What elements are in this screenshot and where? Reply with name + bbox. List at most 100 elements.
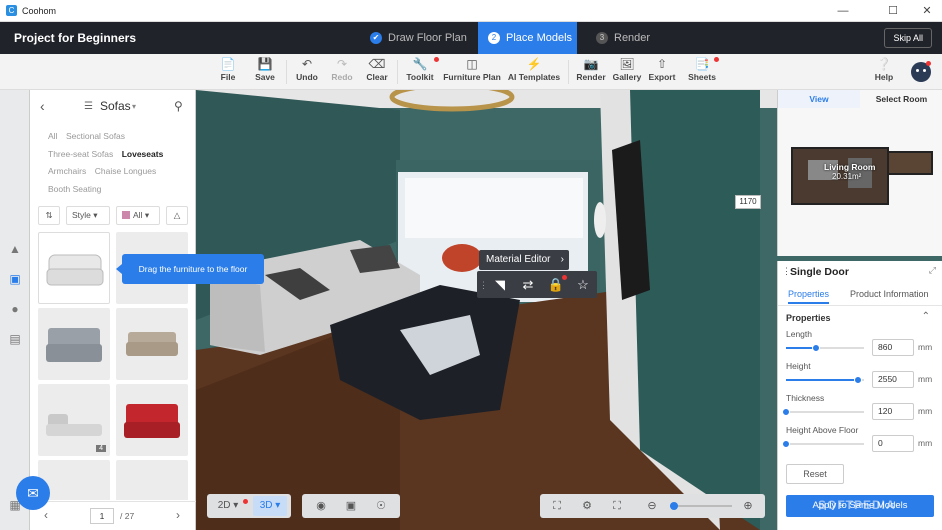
category-dropdown[interactable]: Sofas xyxy=(100,99,131,113)
object-title: Single Door xyxy=(790,266,849,278)
clear-button[interactable]: ⌫ Clear xyxy=(364,57,390,82)
zoom-in-icon[interactable]: ⊕ xyxy=(738,496,758,516)
sheets-button[interactable]: 📑 Sheets xyxy=(687,57,719,82)
prev-page-icon[interactable]: ‹ xyxy=(44,508,48,522)
fit-view-icon[interactable]: ⛶ xyxy=(604,496,630,516)
zoom-slider[interactable] xyxy=(670,502,732,510)
mirror-icon[interactable]: ◥ xyxy=(491,276,509,294)
maximize-icon[interactable]: ☐ xyxy=(878,0,908,22)
replace-icon[interactable]: ⇄ xyxy=(519,276,537,294)
notification-dot xyxy=(434,57,439,62)
step-number: 2 xyxy=(488,32,500,44)
person-icon[interactable]: ● xyxy=(7,302,23,316)
page-input[interactable]: 1 xyxy=(90,508,114,524)
material-editor-button[interactable]: Material Editor › xyxy=(479,250,569,270)
mode-3d-button[interactable]: 3D ▾ xyxy=(253,496,287,516)
chevron-down-icon[interactable]: ▾ xyxy=(132,102,136,111)
property-slider[interactable] xyxy=(786,376,864,384)
close-icon[interactable]: ✕ xyxy=(912,0,942,22)
collapse-icon[interactable]: ⌃ xyxy=(922,311,930,322)
property-slider[interactable] xyxy=(782,440,864,448)
reset-button[interactable]: Reset xyxy=(786,464,844,484)
model-thumb[interactable] xyxy=(116,460,188,500)
furniture-icon[interactable]: ▣ xyxy=(7,272,23,286)
model-thumb-grey-loveseat[interactable] xyxy=(38,308,110,380)
step-number: 3 xyxy=(596,32,608,44)
sort-icon[interactable]: ⇅ xyxy=(38,206,60,225)
file-button[interactable]: 📄 File xyxy=(218,57,238,82)
ai-templates-button[interactable]: ⚡ AI Templates xyxy=(506,57,562,82)
assistant-robot-icon[interactable] xyxy=(911,61,931,82)
model-thumb-white-loveseat[interactable] xyxy=(38,232,110,304)
funnel-icon[interactable]: △ xyxy=(166,206,188,225)
tab-view[interactable]: View xyxy=(778,90,860,108)
property-value-input[interactable]: 120 xyxy=(872,403,914,420)
drag-handle-icon[interactable]: ⋮ xyxy=(479,276,488,294)
subcategory-armchairs[interactable]: Armchairs xyxy=(48,163,86,181)
skip-all-button[interactable]: Skip All xyxy=(884,28,932,48)
compass-icon[interactable]: ☉ xyxy=(368,496,394,516)
zoom-out-icon[interactable]: ⊖ xyxy=(642,496,662,516)
subcategory-three-seat[interactable]: Three-seat Sofas xyxy=(48,146,113,164)
next-page-icon[interactable]: › xyxy=(176,508,180,522)
minimize-icon[interactable]: — xyxy=(828,0,858,22)
cube-icon[interactable]: ▣ xyxy=(338,496,364,516)
model-thumb-tan-loveseat[interactable] xyxy=(116,308,188,380)
camera-tools: ⛶ ⚙ ⛶ ⊖ ⊕ xyxy=(540,494,765,518)
slider-knob[interactable] xyxy=(782,408,790,416)
floor-plan-thumbnail[interactable] xyxy=(778,110,942,256)
expand-icon[interactable]: ⤢ xyxy=(929,265,936,276)
step-label: Place Models xyxy=(506,32,573,44)
subcategory-booth[interactable]: Booth Seating xyxy=(48,181,101,199)
hard-decoration-icon[interactable]: ▲ xyxy=(7,242,23,256)
subcategory-list: All Sectional Sofas Three-seat Sofas Lov… xyxy=(48,128,198,198)
subcategory-all[interactable]: All xyxy=(48,128,57,146)
step-render[interactable]: 3 Render xyxy=(588,22,658,54)
help-button[interactable]: ❔ Help xyxy=(872,57,896,82)
palette-icon xyxy=(122,211,130,219)
back-arrow-icon[interactable]: ‹ xyxy=(40,98,45,114)
camera-view-icon[interactable]: ⛶ xyxy=(544,496,570,516)
property-value-input[interactable]: 0 xyxy=(872,435,914,452)
step-draw-floor-plan[interactable]: ✔ Draw Floor Plan xyxy=(360,22,476,54)
gallery-button[interactable]: 🖼 Gallery xyxy=(611,57,643,82)
room-name: Living Room xyxy=(824,162,876,172)
property-slider[interactable] xyxy=(782,408,864,416)
subcategory-sectional[interactable]: Sectional Sofas xyxy=(66,128,125,146)
subcategory-loveseats[interactable]: Loveseats xyxy=(122,146,164,164)
model-thumb-red-loveseat[interactable] xyxy=(116,384,188,456)
style-filter[interactable]: Style ▾ xyxy=(66,206,110,225)
step-place-models[interactable]: 2 Place Models xyxy=(478,22,577,54)
slider-knob[interactable] xyxy=(853,376,862,384)
favorite-star-icon[interactable]: ☆ xyxy=(574,276,592,294)
redo-button[interactable]: ↷ Redo xyxy=(330,57,354,82)
slider-knob[interactable] xyxy=(782,440,790,448)
subcategory-chaise[interactable]: Chaise Longues xyxy=(95,163,156,181)
property-value-input[interactable]: 2550 xyxy=(872,371,914,388)
tab-product-information[interactable]: Product Information xyxy=(850,289,929,299)
furniture-plan-button[interactable]: ◫ Furniture Plan xyxy=(442,57,502,82)
property-value-input[interactable]: 860 xyxy=(872,339,914,356)
color-filter[interactable]: All ▾ xyxy=(116,206,160,225)
room-area: 20.31m² xyxy=(832,172,862,181)
slider-knob[interactable] xyxy=(811,344,820,352)
tab-select-room[interactable]: Select Room xyxy=(860,90,942,108)
mode-2d-button[interactable]: 2D ▾ xyxy=(211,496,245,516)
undo-button[interactable]: ↶ Undo xyxy=(294,57,320,82)
export-button[interactable]: ⇧ Export xyxy=(647,57,677,82)
eye-icon[interactable]: ◉ xyxy=(308,496,334,516)
save-button[interactable]: 💾 Save xyxy=(252,57,278,82)
toolkit-button[interactable]: 🔧 Toolkit xyxy=(403,57,439,82)
cabinet-icon[interactable]: ▤ xyxy=(7,332,23,346)
tab-properties[interactable]: Properties xyxy=(788,289,830,304)
property-slider[interactable] xyxy=(786,344,864,352)
chat-support-button[interactable]: ✉ xyxy=(16,476,50,510)
search-icon[interactable]: ⚲ xyxy=(174,99,183,113)
model-thumb-chaise[interactable]: 4 xyxy=(38,384,110,456)
notification-dot xyxy=(562,275,567,280)
camera-settings-icon[interactable]: ⚙ xyxy=(574,496,600,516)
view-tools: ◉ ▣ ☉ xyxy=(302,494,400,518)
file-icon: 📄 xyxy=(220,57,236,71)
properties-panel: ⋮ Single Door ⤢ Properties Product Infor… xyxy=(777,261,942,530)
render-button[interactable]: 📷 Render xyxy=(576,57,606,82)
